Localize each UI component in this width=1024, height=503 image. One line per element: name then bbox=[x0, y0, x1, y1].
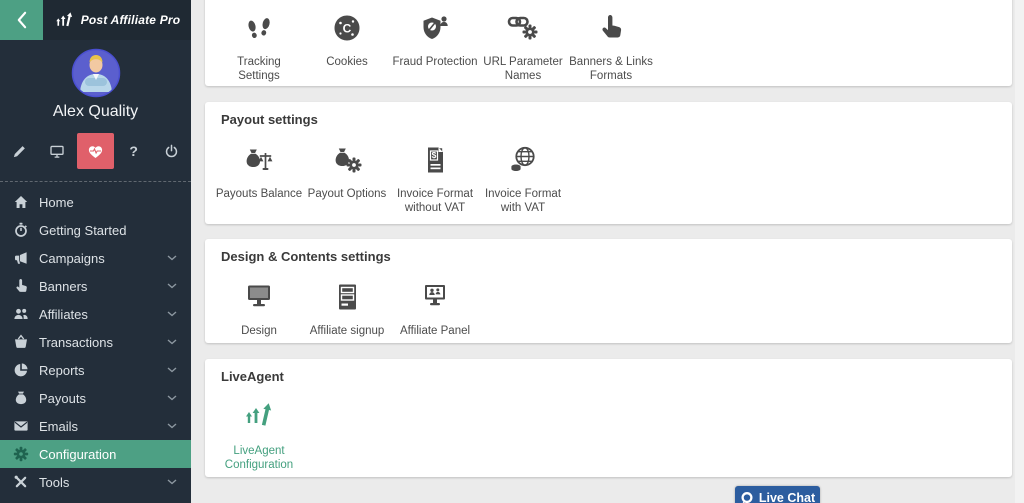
moneybag-gear-icon bbox=[303, 145, 391, 179]
svg-text:C: C bbox=[343, 22, 352, 36]
invoice-icon: $ bbox=[391, 145, 479, 179]
shield-icon bbox=[391, 13, 479, 47]
edit-profile-button[interactable] bbox=[0, 133, 38, 169]
user-profile: Alex Quality bbox=[0, 48, 191, 121]
chevron-down-icon bbox=[167, 283, 177, 289]
config-item-invoice-format-with-vat[interactable]: Invoice Format with VAT bbox=[479, 145, 567, 215]
screen-button[interactable] bbox=[38, 133, 76, 169]
chevron-down-icon bbox=[167, 479, 177, 485]
livechat-bubble-icon bbox=[740, 491, 754, 503]
config-item-payout-options[interactable]: Payout Options bbox=[303, 145, 391, 215]
chevron-down-icon bbox=[167, 311, 177, 317]
monitor-icon bbox=[49, 144, 65, 159]
sidebar-item-home[interactable]: Home bbox=[0, 188, 191, 216]
sidebar-item-emails[interactable]: Emails bbox=[0, 412, 191, 440]
hand-pointer-icon bbox=[13, 278, 29, 294]
hand-pointer-icon bbox=[567, 13, 655, 47]
pencil-icon bbox=[12, 144, 27, 159]
config-item-fraud-protection[interactable]: Fraud Protection bbox=[391, 13, 479, 83]
megaphone-icon bbox=[13, 250, 29, 266]
logout-button[interactable] bbox=[153, 133, 191, 169]
card-title: Payout settings bbox=[215, 112, 1012, 130]
quick-actions: ? bbox=[0, 133, 191, 169]
heartbeat-tile bbox=[77, 133, 114, 169]
sidebar-item-transactions[interactable]: Transactions bbox=[0, 328, 191, 356]
config-item-design[interactable]: Design bbox=[215, 282, 303, 338]
rising-arrows-icon bbox=[215, 402, 303, 436]
chevron-down-icon bbox=[167, 255, 177, 261]
user-name: Alex Quality bbox=[0, 103, 191, 121]
main-content: Tracking Settings C Cookies bbox=[191, 0, 1024, 503]
stopwatch-icon bbox=[13, 222, 29, 238]
question-icon: ? bbox=[129, 143, 138, 159]
collapse-sidebar-button[interactable] bbox=[0, 0, 43, 40]
heartbeat-icon bbox=[87, 144, 104, 159]
sidebar-nav: Home Getting Started Campaigns Bann bbox=[0, 188, 191, 496]
card-payout-settings: Payout settings Payou bbox=[205, 102, 1012, 224]
envelope-icon bbox=[13, 418, 29, 434]
post-affiliate-pro-app: Post Affiliate Pro Alex Quality bbox=[0, 0, 1024, 503]
pie-chart-icon bbox=[13, 362, 29, 378]
power-icon bbox=[164, 144, 179, 159]
chevron-left-icon bbox=[16, 11, 27, 29]
sidebar-item-banners[interactable]: Banners bbox=[0, 272, 191, 300]
config-item-payouts-balance[interactable]: Payouts Balance bbox=[215, 145, 303, 215]
config-item-url-parameter-names[interactable]: URL Parameter Names bbox=[479, 13, 567, 83]
card-tracking-settings: Tracking Settings C Cookies bbox=[205, 0, 1012, 86]
home-icon bbox=[13, 194, 29, 210]
config-item-affiliate-signup[interactable]: Affiliate signup bbox=[303, 282, 391, 338]
card-design-contents-settings: Design & Contents settings Design bbox=[205, 239, 1012, 343]
sidebar-item-getting-started[interactable]: Getting Started bbox=[0, 216, 191, 244]
card-liveagent: LiveAgent LiveAgent Configuration bbox=[205, 359, 1012, 477]
scrollbar-track[interactable] bbox=[1015, 0, 1024, 503]
config-item-liveagent-configuration[interactable]: LiveAgent Configuration bbox=[215, 402, 303, 472]
signup-form-icon bbox=[303, 282, 391, 316]
card-title: Design & Contents settings bbox=[215, 249, 1012, 267]
sidebar-header: Post Affiliate Pro bbox=[0, 0, 191, 40]
config-item-affiliate-panel[interactable]: Affiliate Panel bbox=[391, 282, 479, 338]
live-chat-button[interactable]: Live Chat bbox=[735, 486, 820, 503]
footprints-icon bbox=[215, 13, 303, 47]
live-chat-label: Live Chat bbox=[759, 491, 815, 503]
basket-icon bbox=[13, 334, 29, 350]
health-status-button[interactable] bbox=[76, 133, 114, 169]
rising-arrows-icon bbox=[54, 11, 74, 29]
app-logo: Post Affiliate Pro bbox=[43, 11, 191, 29]
affiliate-panel-icon bbox=[391, 282, 479, 316]
moneybag-scale-icon bbox=[215, 145, 303, 179]
cookie-icon: C bbox=[303, 13, 391, 47]
link-gear-icon bbox=[479, 13, 567, 47]
help-button[interactable]: ? bbox=[115, 133, 153, 169]
chevron-down-icon bbox=[167, 423, 177, 429]
sidebar-item-payouts[interactable]: Payouts bbox=[0, 384, 191, 412]
config-item-banners-links-formats[interactable]: Banners & Links Formats bbox=[567, 13, 655, 83]
gear-icon bbox=[13, 446, 29, 462]
chevron-down-icon bbox=[167, 395, 177, 401]
chevron-down-icon bbox=[167, 367, 177, 373]
sidebar-divider bbox=[0, 181, 191, 182]
logo-text: Post Affiliate Pro bbox=[81, 13, 181, 27]
chevron-down-icon bbox=[167, 339, 177, 345]
globe-money-icon bbox=[479, 145, 567, 179]
config-item-tracking-settings[interactable]: Tracking Settings bbox=[215, 13, 303, 83]
sidebar: Post Affiliate Pro Alex Quality bbox=[0, 0, 191, 503]
svg-text:$: $ bbox=[432, 150, 437, 160]
sidebar-item-configuration[interactable]: Configuration bbox=[0, 440, 191, 468]
money-bag-icon bbox=[13, 390, 29, 406]
card-title: LiveAgent bbox=[215, 369, 1012, 387]
sidebar-item-campaigns[interactable]: Campaigns bbox=[0, 244, 191, 272]
config-item-cookies[interactable]: C Cookies bbox=[303, 13, 391, 83]
sidebar-item-tools[interactable]: Tools bbox=[0, 468, 191, 496]
sidebar-item-reports[interactable]: Reports bbox=[0, 356, 191, 384]
avatar[interactable] bbox=[71, 48, 121, 98]
tools-icon bbox=[13, 474, 29, 490]
config-item-invoice-format-without-vat[interactable]: $ Invoice Format without VAT bbox=[391, 145, 479, 215]
monitor-icon bbox=[215, 282, 303, 316]
users-icon bbox=[13, 306, 29, 322]
sidebar-item-affiliates[interactable]: Affiliates bbox=[0, 300, 191, 328]
